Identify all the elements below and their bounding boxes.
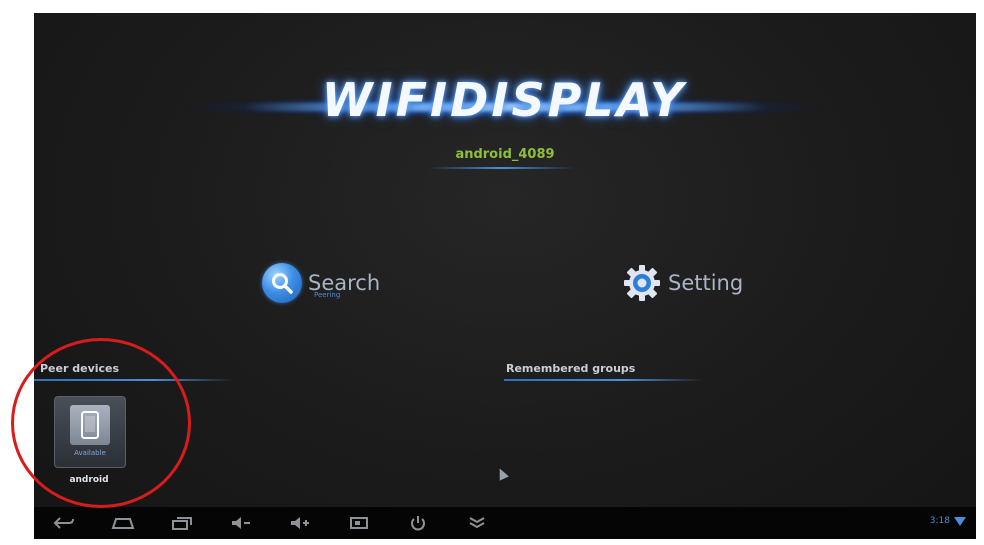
phone-icon — [70, 405, 110, 445]
search-icon — [262, 263, 302, 303]
search-button[interactable]: Search Peering — [262, 263, 380, 303]
menu-icon[interactable] — [463, 513, 491, 533]
home-icon[interactable] — [109, 513, 137, 533]
peer-device-label: android — [69, 475, 109, 485]
device-name-underline — [429, 167, 574, 169]
app-logo: WIFIDISPLAY — [184, 65, 824, 155]
wifi-display-screen: WIFIDISPLAY android_4089 Search Peering — [34, 13, 976, 539]
recent-apps-icon[interactable] — [168, 513, 196, 533]
logo-text: WIFIDISPLAY — [321, 73, 687, 127]
setting-label: Setting — [668, 270, 744, 295]
wifi-icon — [954, 516, 966, 526]
peer-device-status: Available — [74, 449, 106, 457]
system-navigation-bar: 3:18 — [34, 507, 976, 539]
volume-up-icon[interactable] — [286, 513, 314, 533]
clock: 3:18 — [929, 516, 950, 526]
peer-device-tile[interactable]: Available — [54, 396, 126, 468]
back-icon[interactable] — [50, 513, 78, 533]
gear-icon — [622, 263, 662, 303]
peer-devices-title: Peer devices — [40, 362, 120, 375]
peer-devices-divider — [34, 379, 234, 381]
mouse-cursor — [495, 466, 509, 481]
volume-down-icon[interactable] — [227, 513, 255, 533]
device-name[interactable]: android_4089 — [34, 147, 976, 162]
search-sublabel: Peering — [314, 291, 341, 299]
status-area[interactable]: 3:18 — [930, 516, 966, 526]
power-icon[interactable] — [404, 513, 432, 533]
setting-button[interactable]: Setting — [622, 263, 743, 303]
remembered-groups-divider — [504, 379, 704, 381]
remembered-groups-title: Remembered groups — [506, 362, 636, 375]
screenshot-icon[interactable] — [345, 513, 373, 533]
